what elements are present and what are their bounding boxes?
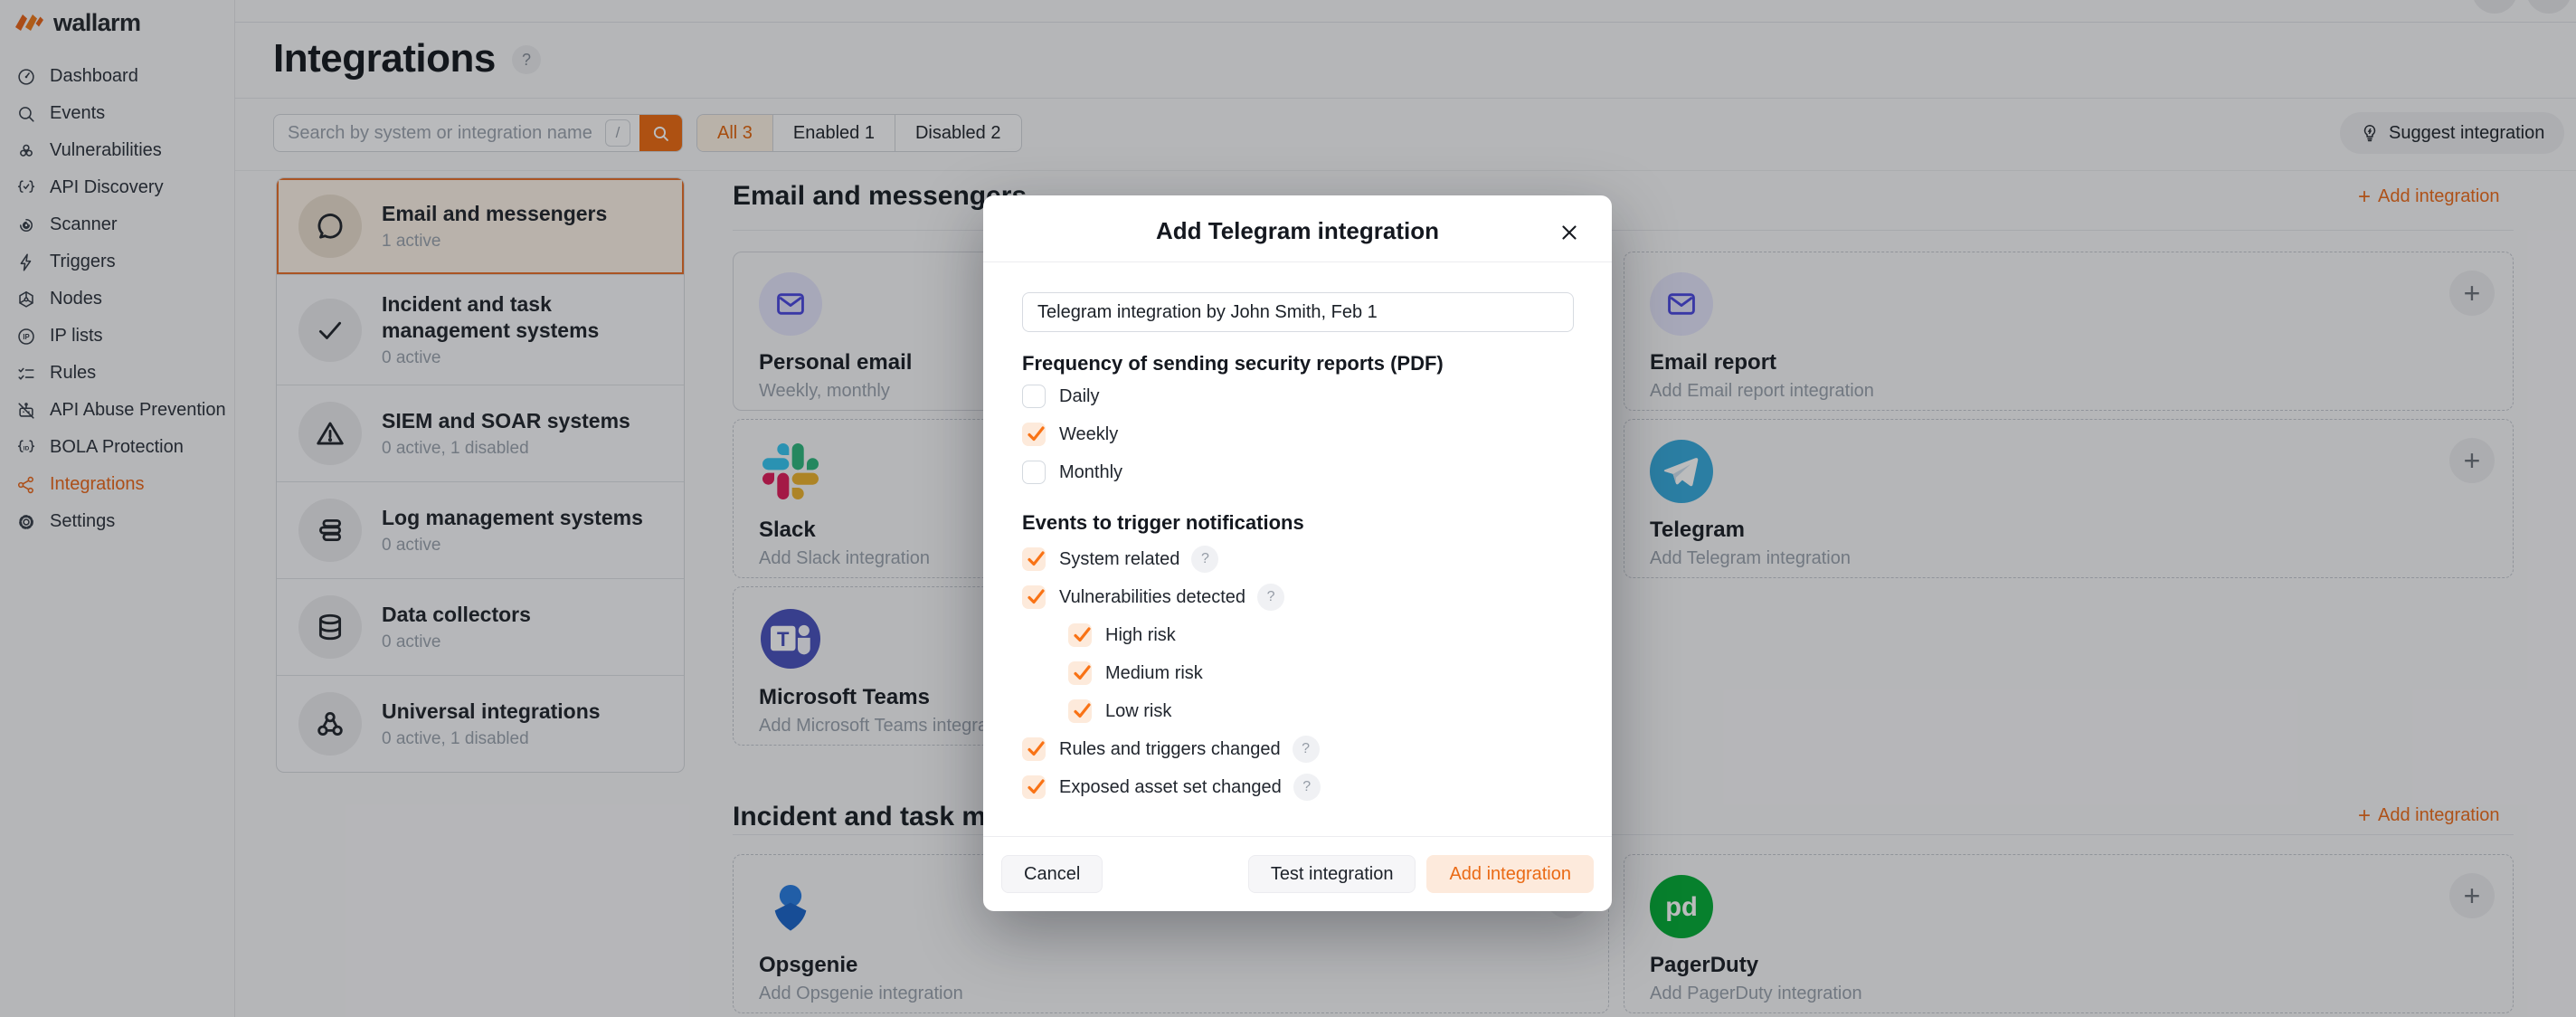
checkbox-weekly[interactable]: [1022, 423, 1046, 446]
frequency-option-daily: Daily: [1022, 385, 1574, 408]
checkbox-label: Daily: [1059, 386, 1099, 407]
help-icon[interactable]: ?: [1293, 774, 1321, 801]
modal-body: Frequency of sending security reports (P…: [983, 262, 1612, 799]
cancel-button[interactable]: Cancel: [1001, 855, 1103, 893]
checkbox-label: Monthly: [1059, 462, 1122, 483]
checkbox-system-related[interactable]: [1022, 547, 1046, 571]
checkbox-label: System related: [1059, 549, 1179, 570]
checkbox-label: Vulnerabilities detected: [1059, 587, 1245, 608]
help-icon[interactable]: ?: [1191, 546, 1218, 573]
checkbox-medium-risk[interactable]: [1068, 661, 1092, 685]
integration-name-input[interactable]: [1022, 292, 1574, 332]
checkbox-exposed-asset-set-changed[interactable]: [1022, 775, 1046, 799]
checkbox-label: High risk: [1105, 625, 1176, 646]
checkbox-label: Rules and triggers changed: [1059, 739, 1281, 760]
frequency-option-monthly: Monthly: [1022, 461, 1574, 484]
event-option-high-risk: High risk: [1068, 623, 1574, 647]
close-icon[interactable]: [1556, 219, 1583, 246]
add-integration-button[interactable]: Add integration: [1426, 855, 1594, 893]
footer-actions: Test integration Add integration: [1248, 855, 1594, 893]
checkbox-vulnerabilities-detected[interactable]: [1022, 585, 1046, 609]
event-option-low-risk: Low risk: [1068, 699, 1574, 723]
checkbox-low-risk[interactable]: [1068, 699, 1092, 723]
checkbox-rules-triggers-changed[interactable]: [1022, 737, 1046, 761]
checkbox-monthly[interactable]: [1022, 461, 1046, 484]
frequency-option-weekly: Weekly: [1022, 423, 1574, 446]
checkbox-label: Weekly: [1059, 424, 1118, 445]
event-option-medium-risk: Medium risk: [1068, 661, 1574, 685]
checkbox-high-risk[interactable]: [1068, 623, 1092, 647]
checkbox-label: Exposed asset set changed: [1059, 777, 1282, 798]
help-icon[interactable]: ?: [1293, 736, 1320, 763]
events-heading: Events to trigger notifications: [1022, 511, 1574, 535]
help-icon[interactable]: ?: [1257, 584, 1284, 611]
integrations-page: wallarm Dashboard Events Vulnerabilities…: [0, 0, 2576, 1017]
modal-footer: Cancel Test integration Add integration: [983, 836, 1612, 911]
event-option-exposed-asset-set-changed: Exposed asset set changed ?: [1022, 775, 1574, 799]
add-telegram-integration-modal: Add Telegram integration Frequency of se…: [983, 195, 1612, 911]
frequency-heading: Frequency of sending security reports (P…: [1022, 352, 1574, 375]
event-option-rules-and-triggers-changed: Rules and triggers changed ?: [1022, 737, 1574, 761]
event-option-system-related: System related ?: [1022, 547, 1574, 571]
modal-title: Add Telegram integration: [983, 195, 1612, 245]
test-integration-button[interactable]: Test integration: [1248, 855, 1416, 893]
checkbox-label: Medium risk: [1105, 663, 1203, 684]
modal-header: Add Telegram integration: [983, 195, 1612, 262]
event-option-vulnerabilities-detected: Vulnerabilities detected ?: [1022, 585, 1574, 609]
checkbox-daily[interactable]: [1022, 385, 1046, 408]
checkbox-label: Low risk: [1105, 701, 1171, 722]
